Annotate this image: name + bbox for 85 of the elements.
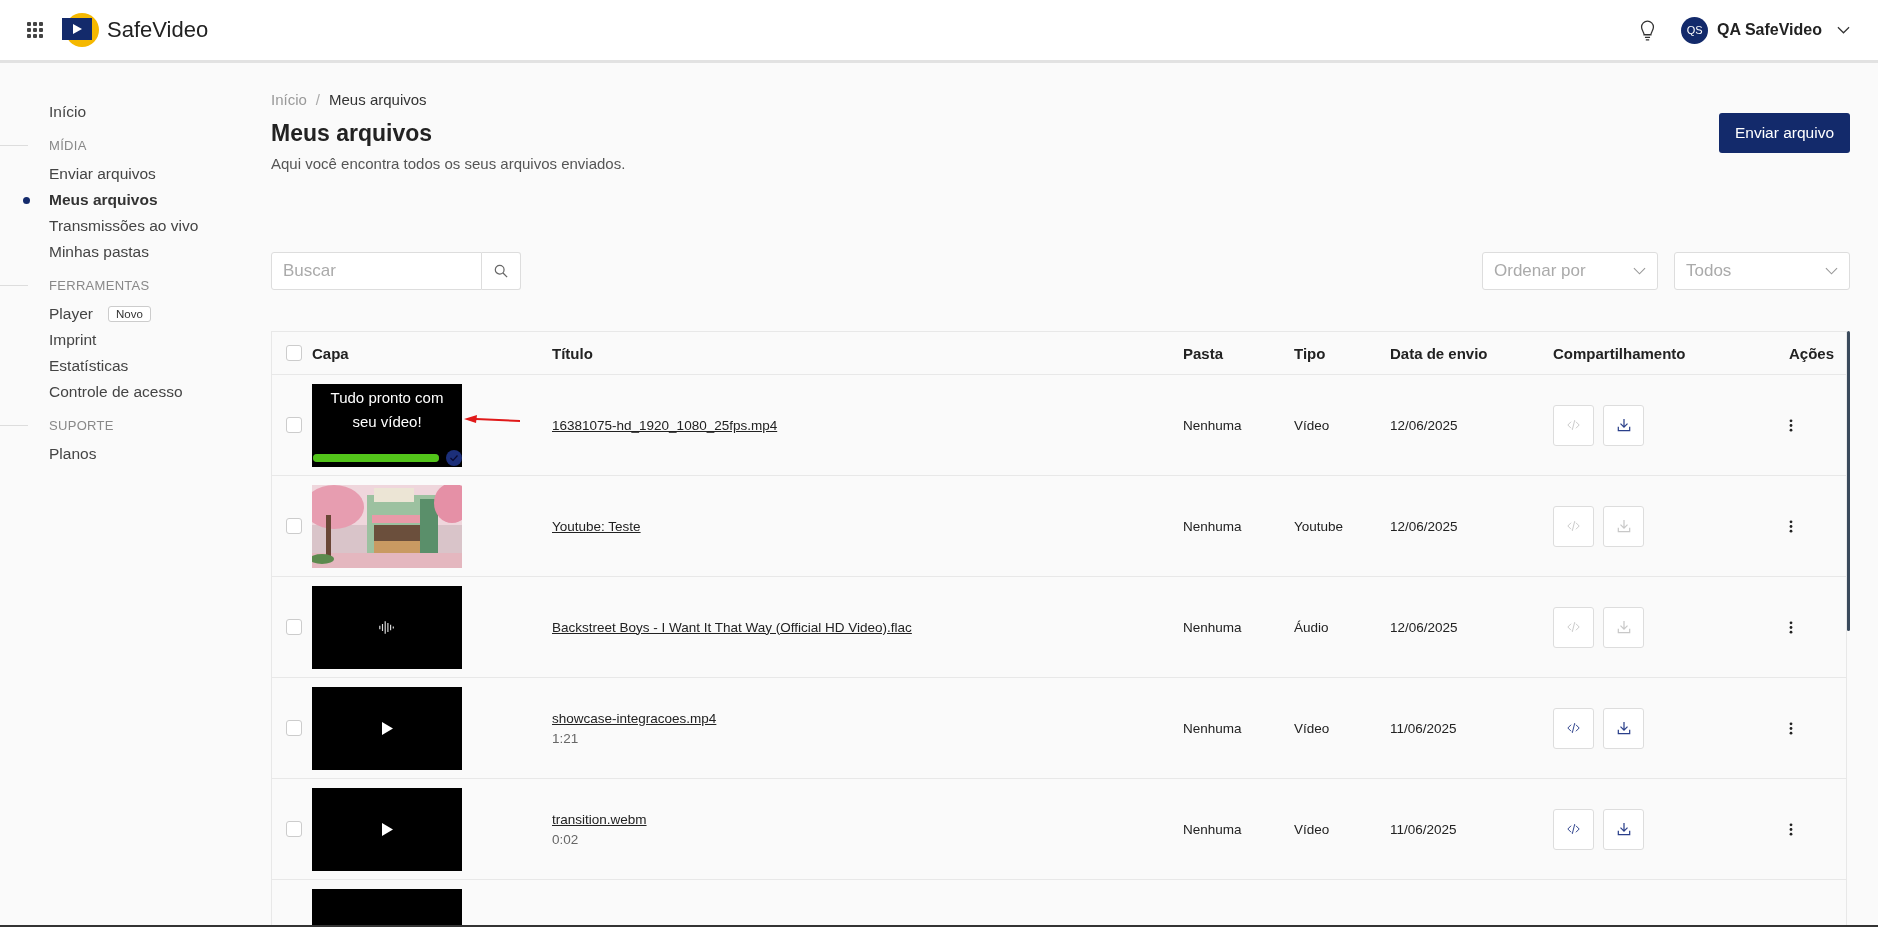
column-header: Data de envio xyxy=(1390,344,1488,362)
embed-code-button[interactable] xyxy=(1553,606,1594,648)
upload-button[interactable]: Enviar arquivo xyxy=(1718,113,1850,153)
more-options-icon[interactable] xyxy=(1789,620,1793,634)
sidebar-item[interactable]: Estatísticas xyxy=(49,357,129,375)
folder-cell: Nenhuma xyxy=(1183,619,1242,635)
embed-code-button[interactable] xyxy=(1553,404,1594,446)
type-cell: Vídeo xyxy=(1294,720,1330,736)
sidebar-item[interactable]: Planos xyxy=(49,445,97,463)
more-options-icon[interactable] xyxy=(1789,721,1793,735)
file-title-link[interactable]: 16381075-hd_1920_1080_25fps.mp4 xyxy=(552,417,778,433)
more-options-icon[interactable] xyxy=(1789,519,1793,533)
sidebar-item[interactable]: Minhas pastas xyxy=(49,243,149,261)
new-badge: Novo xyxy=(107,306,151,322)
folder-cell: Nenhuma xyxy=(1183,821,1242,837)
date-cell: 12/06/2025 xyxy=(1390,417,1458,433)
column-header: Compartilhamento xyxy=(1553,344,1686,362)
row-checkbox[interactable] xyxy=(286,619,302,635)
more-options-icon[interactable] xyxy=(1789,822,1793,836)
sound-wave-icon xyxy=(378,619,396,635)
row-checkbox[interactable] xyxy=(286,417,302,433)
video-thumbnail[interactable]: Tudo pronto com seu vídeo! xyxy=(312,383,462,467)
date-cell: 11/06/2025 xyxy=(1390,720,1457,736)
section-heading: FERRAMENTAS xyxy=(49,278,150,293)
download-icon[interactable] xyxy=(1616,418,1631,432)
column-header: Título xyxy=(552,344,593,362)
user-avatar[interactable]: QS xyxy=(1681,16,1709,44)
sidebar-item[interactable]: Transmissões ao vivo xyxy=(49,217,199,235)
row-checkbox[interactable] xyxy=(286,518,302,534)
thumbnail-caption: Tudo pronto com seu vídeo! xyxy=(329,387,445,432)
sidebar-item[interactable]: Imprint xyxy=(49,331,97,349)
duration: 1:21 xyxy=(552,730,580,746)
date-cell: 12/06/2025 xyxy=(1390,619,1458,635)
scrollbar-thumb[interactable] xyxy=(1847,331,1850,631)
play-icon[interactable] xyxy=(381,721,393,735)
page-subtitle: Aqui você encontra todos os seus arquivos enviados. xyxy=(271,155,626,172)
search-icon[interactable] xyxy=(494,264,508,278)
code-icon[interactable] xyxy=(1567,823,1580,835)
file-title-link[interactable]: Youtube: Teste xyxy=(552,518,641,534)
file-title-link[interactable]: transition.webm xyxy=(552,811,647,827)
date-cell: 12/06/2025 xyxy=(1390,518,1458,534)
sidebar-item[interactable]: Controle de acesso xyxy=(49,383,183,401)
download-icon[interactable] xyxy=(1616,822,1631,836)
column-header: Pasta xyxy=(1183,344,1224,362)
app-name: SafeVideo xyxy=(107,17,209,43)
chevron-down-icon[interactable] xyxy=(1837,26,1850,34)
play-icon[interactable] xyxy=(381,822,393,836)
embed-code-button[interactable] xyxy=(1553,505,1594,547)
date-cell: 11/06/2025 xyxy=(1390,821,1457,837)
row-checkbox[interactable] xyxy=(286,720,302,736)
apps-grid-icon[interactable] xyxy=(27,22,43,38)
sidebar-item[interactable]: Meus arquivos xyxy=(49,191,158,209)
code-icon[interactable] xyxy=(1567,722,1580,734)
sidebar-item[interactable]: Player xyxy=(49,305,93,323)
file-title-link[interactable]: Backstreet Boys - I Want It That Way (Official HD Video).flac xyxy=(552,619,912,635)
sidebar-item[interactable]: Enviar arquivos xyxy=(49,165,156,183)
type-cell: Áudio xyxy=(1294,619,1329,635)
section-heading: SUPORTE xyxy=(49,418,114,433)
file-title-link[interactable]: showcase-integracoes.mp4 xyxy=(552,710,717,726)
type-cell: Vídeo xyxy=(1294,417,1330,433)
select-all-checkbox[interactable] xyxy=(286,345,302,361)
column-header: Ações xyxy=(1789,344,1835,362)
logo-icon xyxy=(61,11,99,49)
search-button[interactable] xyxy=(482,252,521,290)
download-icon[interactable] xyxy=(1616,721,1631,735)
user-name[interactable]: QA SafeVideo xyxy=(1717,21,1822,39)
folder-cell: Nenhuma xyxy=(1183,417,1242,433)
duration: 0:02 xyxy=(552,831,580,847)
lightbulb-icon[interactable] xyxy=(1639,19,1657,41)
sidebar-item[interactable]: Início xyxy=(49,103,87,121)
type-cell: Vídeo xyxy=(1294,821,1330,837)
type-cell: Youtube xyxy=(1294,518,1344,534)
column-header: Capa xyxy=(312,344,349,362)
section-heading: MÍDIA xyxy=(49,138,87,153)
video-thumbnail[interactable] xyxy=(312,787,462,871)
breadcrumb-separator: / xyxy=(315,91,321,108)
breadcrumb-link[interactable]: Meus arquivos xyxy=(329,91,427,108)
more-options-icon[interactable] xyxy=(1789,418,1793,432)
row-checkbox[interactable] xyxy=(286,821,302,837)
folder-cell: Nenhuma xyxy=(1183,720,1242,736)
video-thumbnail[interactable] xyxy=(312,686,462,770)
page-title: Meus arquivos xyxy=(271,120,434,147)
search-field[interactable]: Buscar xyxy=(271,252,482,290)
folder-cell: Nenhuma xyxy=(1183,518,1242,534)
column-header: Tipo xyxy=(1294,344,1326,362)
